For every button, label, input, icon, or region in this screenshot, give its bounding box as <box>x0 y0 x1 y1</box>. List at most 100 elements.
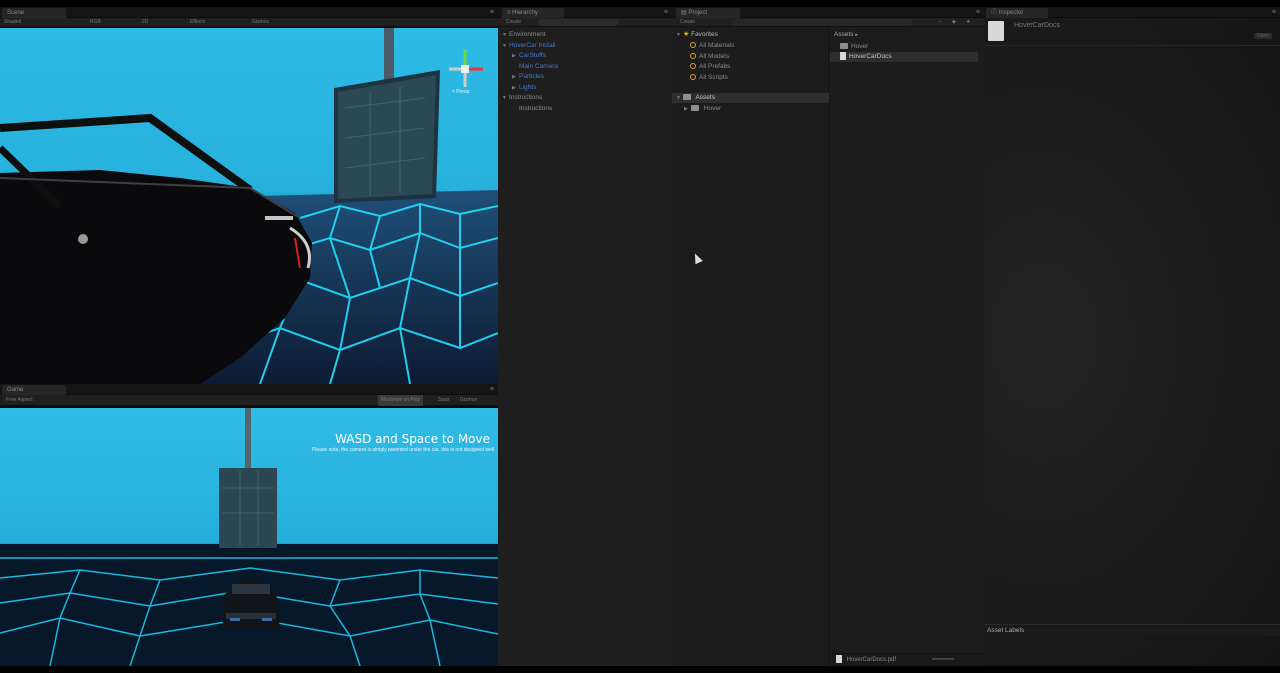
hierarchy-item[interactable]: ▶ Particles <box>512 72 544 82</box>
favorite-item[interactable]: All Models <box>690 52 729 62</box>
hierarchy-item-label: Particles <box>519 73 544 80</box>
panel-menu-icon[interactable]: ≡ <box>490 385 494 394</box>
hierarchy-item-label: Environment <box>509 31 546 38</box>
info-icon: ⓘ <box>991 10 999 16</box>
game-panel: Game ≡ Free Aspect Maximize on Play Stat… <box>0 384 498 666</box>
folder-icon <box>691 105 699 112</box>
game-tabbar: Game ≡ <box>0 384 498 395</box>
stats-toggle[interactable]: Stats <box>438 395 449 406</box>
shading-mode-dropdown[interactable]: Shaded <box>4 18 21 27</box>
fold-arrow-icon[interactable]: ▼ <box>502 41 509 51</box>
document-icon <box>840 52 846 61</box>
project-toolbar: Create ◔ ◆ ★ <box>672 18 984 27</box>
fold-arrow-icon[interactable]: ▼ <box>676 93 683 103</box>
hierarchy-toolbar: Create <box>498 18 672 27</box>
hierarchy-item[interactable]: ▶ Lights <box>512 83 536 93</box>
hierarchy-item[interactable]: ▶ CarStuffs <box>512 51 546 61</box>
hierarchy-item[interactable]: Instructions <box>512 104 552 114</box>
hierarchy-item[interactable]: ▼ Environment <box>502 30 546 40</box>
search-by-type-icon[interactable]: ◔ <box>938 18 941 27</box>
hierarchy-search-input[interactable] <box>538 19 618 26</box>
hierarchy-item-label: Instructions <box>519 104 553 112</box>
star-icon: ★ <box>683 31 690 38</box>
favorite-star-icon[interactable]: ★ <box>966 18 970 27</box>
folder-icon <box>840 43 848 50</box>
aspect-dropdown[interactable]: Free Aspect <box>6 395 33 406</box>
open-button[interactable]: Open <box>1253 33 1272 39</box>
project-search-input[interactable] <box>732 19 912 26</box>
document-icon <box>836 655 842 664</box>
folder-icon <box>683 94 691 101</box>
hierarchy-item[interactable]: Main Camera <box>512 62 558 72</box>
project-status-bar: HoverCarDocs.pdf ━━━━━━ <box>832 653 984 666</box>
perspective-label[interactable]: < Persp <box>452 89 469 95</box>
hierarchy-tabbar: ≡ Hierarchy ≡ <box>498 7 672 18</box>
favorite-item-label: All Models <box>699 52 729 60</box>
search-by-label-icon[interactable]: ◆ <box>952 18 956 27</box>
file-item[interactable]: HoverCarDocs <box>840 52 892 62</box>
fold-arrow-icon[interactable]: ▼ <box>502 30 509 40</box>
saved-search-icon <box>690 42 696 49</box>
favorite-item[interactable]: All Materials <box>690 41 734 51</box>
hierarchy-item-label: HoverCar Install <box>509 41 556 49</box>
assets-folder[interactable]: ▼ Assets <box>676 93 715 103</box>
panel-menu-icon[interactable]: ≡ <box>490 8 494 17</box>
asset-name: HoverCarDocs <box>1014 22 1060 29</box>
favorite-item-label: All Scripts <box>699 73 728 81</box>
maximize-on-play-toggle[interactable]: Maximize on Play <box>378 395 424 406</box>
panel-menu-icon[interactable]: ≡ <box>976 8 980 17</box>
fold-arrow-icon[interactable]: ▶ <box>512 51 519 61</box>
hierarchy-item-label: Instructions <box>509 94 543 101</box>
fold-arrow-icon[interactable]: ▼ <box>676 30 683 40</box>
file-item[interactable]: Hover <box>840 42 868 52</box>
tab-scene[interactable]: Scene <box>2 8 66 18</box>
gizmos-toggle[interactable]: Gizmos <box>460 395 477 406</box>
render-mode-dropdown[interactable]: RGB <box>90 18 101 27</box>
breadcrumb[interactable]: Assets ▸ <box>834 30 858 40</box>
2d-toggle[interactable]: 2D <box>142 18 148 27</box>
panel-menu-icon[interactable]: ≡ <box>1272 8 1276 17</box>
breadcrumb-assets[interactable]: Assets <box>834 31 854 38</box>
gizmos-dropdown[interactable]: Gizmos <box>252 18 269 27</box>
inspector-panel: ⓘ Inspector ≡ HoverCarDocs Open Asset La… <box>984 7 1280 666</box>
file-item-label: HoverCarDocs <box>849 53 892 60</box>
project-file-browser: Assets ▸ Hover HoverCarDocs <box>830 28 984 666</box>
tab-hierarchy[interactable]: ≡ Hierarchy <box>502 8 564 18</box>
favorite-item[interactable]: All Prefabs <box>690 62 730 72</box>
hierarchy-item[interactable]: ▼ Instructions <box>502 93 542 103</box>
panel-menu-icon[interactable]: ≡ <box>664 8 668 17</box>
favorites-label: Favorites <box>691 31 718 38</box>
scene-viewport[interactable]: < Persp <box>0 28 498 384</box>
favorite-item[interactable]: All Scripts <box>690 73 728 83</box>
fold-arrow-icon[interactable]: ▶ <box>512 83 519 93</box>
zoom-slider[interactable]: ━━━━━━ <box>932 654 954 666</box>
saved-search-icon <box>690 63 696 70</box>
tab-inspector[interactable]: ⓘ Inspector <box>986 8 1048 18</box>
game-viewport[interactable]: WASD and Space to Move Please note, the … <box>0 408 498 666</box>
hover-folder[interactable]: ▶ Hover <box>684 104 721 114</box>
tab-game[interactable]: Game <box>2 385 66 395</box>
instructions-note: Please note, the camera is simply parent… <box>311 447 494 453</box>
fold-arrow-icon[interactable]: ▼ <box>502 93 509 103</box>
create-dropdown[interactable]: Create <box>506 18 521 27</box>
project-panel: ▤ Project ≡ Create ◔ ◆ ★ ▼ ★ Favorites Al… <box>672 7 984 666</box>
hierarchy-item-label: Main Camera <box>519 62 559 70</box>
favorite-item-label: All Prefabs <box>699 63 731 70</box>
tab-project[interactable]: ▤ Project <box>676 8 740 18</box>
hierarchy-item-label: CarStuffs <box>519 52 546 59</box>
tab-project-label: Project <box>688 10 708 16</box>
scene-render <box>0 28 498 384</box>
favorites-header[interactable]: ▼ ★ Favorites <box>676 30 718 40</box>
tab-hierarchy-label: Hierarchy <box>512 10 538 16</box>
fold-arrow-icon[interactable]: ▶ <box>512 72 519 82</box>
fold-arrow-icon[interactable]: ▶ <box>684 104 691 114</box>
asset-labels-section[interactable]: Asset Labels <box>984 624 1280 636</box>
saved-search-icon <box>690 52 696 59</box>
hover-folder-label: Hover <box>703 105 722 112</box>
hierarchy-item-label: Lights <box>519 83 537 91</box>
create-dropdown[interactable]: Create <box>680 18 695 27</box>
tab-inspector-label: Inspector <box>998 10 1024 16</box>
hierarchy-item[interactable]: ▼ HoverCar Install <box>502 41 556 51</box>
effects-dropdown[interactable]: Effects <box>190 18 205 27</box>
hierarchy-panel: ≡ Hierarchy ≡ Create ▼ Environment ▼ HoverC… <box>498 7 672 666</box>
